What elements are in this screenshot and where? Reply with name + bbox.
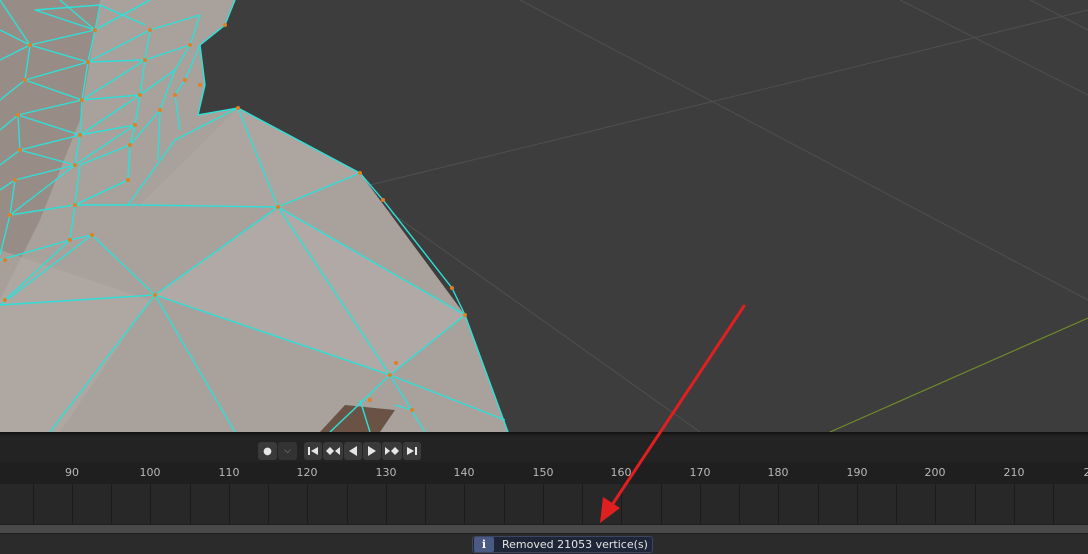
frame-gridline (543, 484, 544, 524)
timeline-header: ● ⌵ (0, 436, 1088, 462)
frame-gridline (739, 484, 740, 524)
record-button[interactable]: ● (258, 442, 277, 460)
frame-label: 180 (767, 466, 789, 479)
frame-gridline (464, 484, 465, 524)
frame-gridline (229, 484, 230, 524)
frame-gridline (72, 484, 73, 524)
frame-gridline (818, 484, 819, 524)
frame-gridline (621, 484, 622, 524)
chevron-down-icon: ⌵ (284, 446, 291, 456)
report-message: Removed 21053 vertice(s) (502, 538, 648, 551)
keyframe-track-area[interactable] (0, 484, 1088, 524)
frame-label: 170 (689, 466, 711, 479)
prev-keyframe-button[interactable] (323, 442, 343, 460)
frame-gridline (700, 484, 701, 524)
frame-gridline (935, 484, 936, 524)
jump-to-end-button[interactable] (403, 442, 421, 460)
frame-label: 210 (1003, 466, 1025, 479)
frame-label: 140 (453, 466, 475, 479)
frame-label: 2 (1083, 466, 1088, 479)
play-button[interactable] (363, 442, 381, 460)
play-icon (368, 446, 376, 456)
frame-gridline (425, 484, 426, 524)
frame-gridline (347, 484, 348, 524)
frame-label: 120 (296, 466, 318, 479)
frame-gridline (307, 484, 308, 524)
next-keyframe-icon (385, 447, 399, 455)
frame-gridline (975, 484, 976, 524)
frame-gridline (778, 484, 779, 524)
frame-gridline (386, 484, 387, 524)
frame-ruler[interactable]: 90 100 110 120 130 140 150 160 170 180 1… (0, 462, 1088, 484)
timeline-scrollbar[interactable] (0, 525, 1088, 533)
frame-gridline (150, 484, 151, 524)
frame-label: 200 (924, 466, 946, 479)
jump-to-start-button[interactable] (304, 442, 322, 460)
next-keyframe-button[interactable] (382, 442, 402, 460)
jump-end-icon (407, 447, 417, 455)
info-icon: i (474, 537, 494, 552)
play-reverse-button[interactable] (344, 442, 362, 460)
frame-gridline (111, 484, 112, 524)
frame-label: 190 (846, 466, 868, 479)
y-axis-line (829, 317, 1088, 432)
frame-gridline (661, 484, 662, 524)
frame-gridline (857, 484, 858, 524)
operator-report-banner[interactable]: i Removed 21053 vertice(s) (472, 536, 653, 553)
timeline-editor[interactable]: ● ⌵ 90 100 110 120 130 140 150 160 170 1… (0, 432, 1088, 536)
frame-gridline (33, 484, 34, 524)
3d-viewport[interactable] (0, 0, 1088, 432)
frame-gridline (190, 484, 191, 524)
frame-gridline (1014, 484, 1015, 524)
frame-label: 130 (375, 466, 397, 479)
frame-label: 160 (610, 466, 632, 479)
play-reverse-icon (349, 446, 357, 456)
frame-gridline (896, 484, 897, 524)
frame-gridline (582, 484, 583, 524)
status-bar: i Removed 21053 vertice(s) (0, 534, 1088, 554)
frame-label: 100 (139, 466, 161, 479)
frame-label: 110 (218, 466, 240, 479)
keying-dropdown[interactable]: ⌵ (278, 442, 297, 460)
viewport-canvas[interactable] (0, 0, 1088, 432)
record-icon: ● (263, 445, 272, 457)
prev-keyframe-icon (326, 447, 340, 455)
frame-label: 90 (65, 466, 79, 479)
frame-label: 150 (532, 466, 554, 479)
blender-window: ● ⌵ 90 100 110 120 130 140 150 160 170 1… (0, 0, 1088, 554)
frame-gridline (1053, 484, 1054, 524)
jump-start-icon (308, 447, 318, 455)
frame-gridline (504, 484, 505, 524)
frame-gridline (268, 484, 269, 524)
